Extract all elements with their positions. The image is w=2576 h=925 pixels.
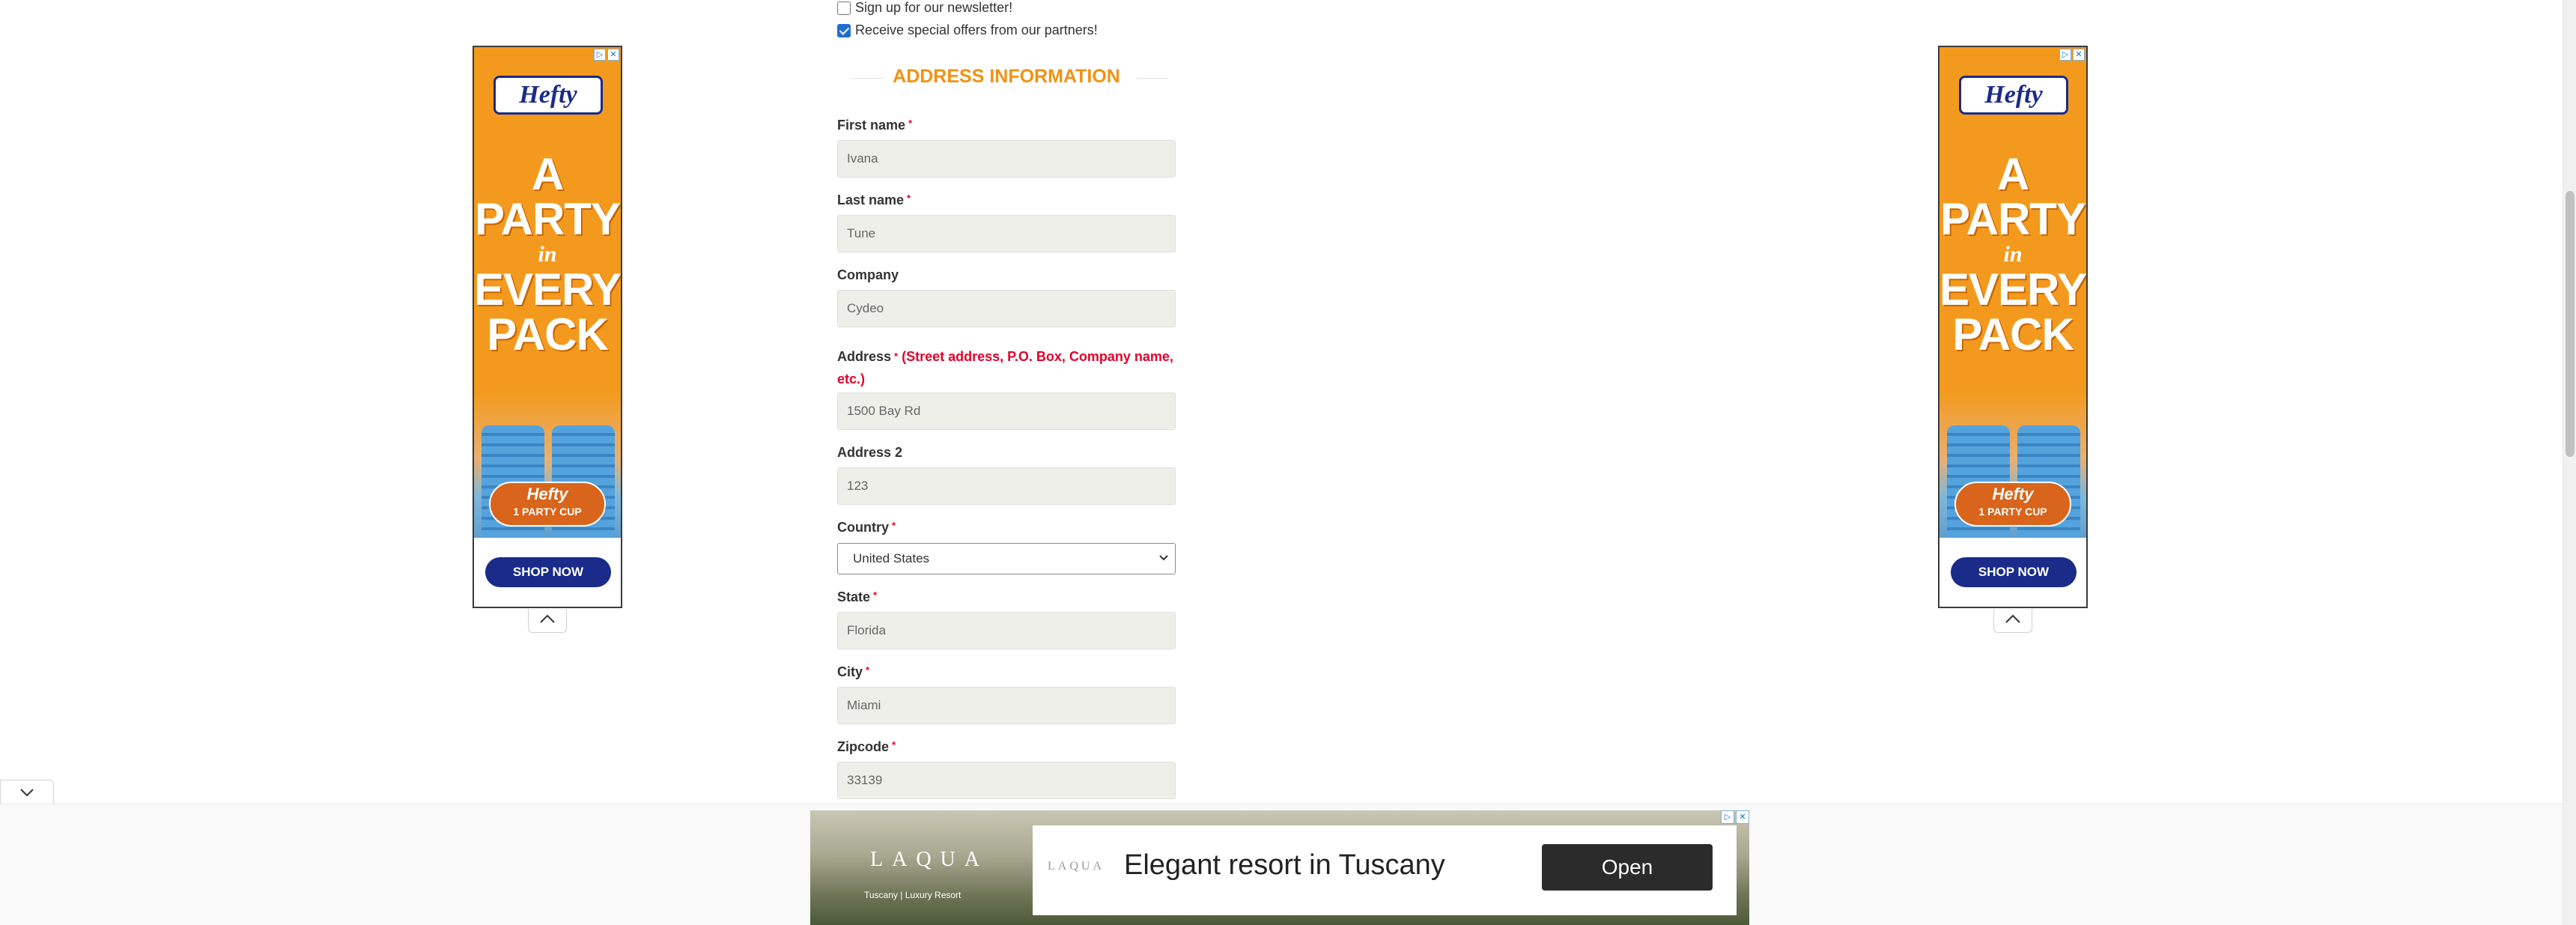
last-name-input[interactable]: Tune bbox=[837, 215, 1176, 252]
bottom-ad-collapse-button[interactable] bbox=[0, 780, 54, 805]
ad-choices-icon[interactable]: ▷ bbox=[1721, 810, 1734, 824]
ad-choices[interactable]: ▷ ✕ bbox=[2059, 49, 2085, 61]
laqua-tagline: Tuscany | Luxury Resort bbox=[864, 890, 962, 900]
address2-input[interactable]: 123 bbox=[837, 467, 1176, 505]
newsletter-checkbox-row[interactable]: Sign up for our newsletter! bbox=[837, 0, 1012, 16]
cup-label: Hefty 1 PARTY CUP bbox=[489, 482, 606, 527]
address2-label: Address 2 bbox=[837, 445, 903, 460]
shop-now-button[interactable]: SHOP NOW bbox=[485, 557, 611, 587]
first-name-input[interactable]: Ivana bbox=[837, 140, 1176, 178]
laqua-logo: LAQUA bbox=[870, 848, 988, 871]
page-scrollbar[interactable] bbox=[2563, 0, 2576, 925]
zipcode-label: Zipcode * bbox=[837, 739, 896, 754]
cup-label: Hefty 1 PARTY CUP bbox=[1954, 482, 2071, 527]
bottom-ad-choices[interactable]: ▷ ✕ bbox=[1721, 810, 1749, 824]
bottom-ad[interactable]: LAQUA Tuscany | Luxury Resort LAQUA Eleg… bbox=[810, 810, 1749, 925]
hefty-logo: Hefty bbox=[1959, 76, 2068, 115]
hefty-logo: Hefty bbox=[493, 76, 603, 115]
country-select[interactable]: United States bbox=[837, 543, 1176, 574]
state-label: State * bbox=[837, 589, 878, 604]
scrollbar-thumb[interactable] bbox=[2566, 191, 2575, 457]
bottom-ad-headline: Elegant resort in Tuscany bbox=[1124, 849, 1445, 881]
ad-choices-icon[interactable]: ▷ bbox=[594, 49, 606, 61]
laqua-landscape-image: LAQUA Tuscany | Luxury Resort bbox=[810, 810, 1032, 925]
right-side-ad[interactable]: ▷ ✕ Hefty A PARTY in EVERY PACK Hefty 1 … bbox=[1938, 46, 2088, 608]
first-name-label: First name * bbox=[837, 118, 913, 133]
chevron-up-icon bbox=[540, 614, 555, 623]
state-input[interactable]: Florida bbox=[837, 612, 1176, 649]
left-side-ad[interactable]: ▷ ✕ Hefty A PARTY in EVERY PACK Hefty 1 … bbox=[473, 46, 622, 608]
partners-checkbox[interactable] bbox=[837, 23, 851, 37]
city-input[interactable]: Miami bbox=[837, 687, 1176, 724]
bottom-ad-card[interactable]: LAQUA Elegant resort in Tuscany Open bbox=[1033, 825, 1737, 915]
newsletter-label: Sign up for our newsletter! bbox=[855, 0, 1013, 15]
ad-choices-icon[interactable]: ▷ bbox=[2059, 49, 2071, 61]
close-icon[interactable]: ✕ bbox=[2073, 49, 2085, 61]
open-button[interactable]: Open bbox=[1542, 844, 1713, 891]
city-label: City * bbox=[837, 664, 870, 679]
ad-choices[interactable]: ▷ ✕ bbox=[594, 49, 619, 61]
left-ad-collapse-button[interactable] bbox=[528, 609, 567, 633]
shop-now-button[interactable]: SHOP NOW bbox=[1951, 557, 2077, 587]
zipcode-input[interactable]: 33139 bbox=[837, 762, 1176, 799]
ad-headline: A PARTY in EVERY PACK bbox=[1939, 149, 2087, 360]
chevron-down-icon bbox=[1159, 555, 1168, 561]
newsletter-checkbox[interactable] bbox=[837, 1, 851, 15]
country-selected-value: United States bbox=[853, 551, 930, 565]
chevron-up-icon bbox=[2005, 614, 2020, 623]
ad-footer: SHOP NOW bbox=[1939, 538, 2086, 607]
country-label: Country * bbox=[837, 520, 896, 535]
last-name-label: Last name * bbox=[837, 192, 911, 207]
chevron-down-icon bbox=[20, 789, 34, 797]
ad-headline: A PARTY in EVERY PACK bbox=[474, 149, 622, 360]
address-input[interactable]: 1500 Bay Rd bbox=[837, 392, 1176, 430]
partners-label: Receive special offers from our partners… bbox=[855, 22, 1098, 37]
close-icon[interactable]: ✕ bbox=[607, 49, 619, 61]
section-title: ADDRESS INFORMATION bbox=[837, 66, 1176, 88]
right-ad-collapse-button[interactable] bbox=[1993, 609, 2032, 633]
laqua-mini-logo: LAQUA bbox=[1048, 860, 1105, 873]
company-input[interactable]: Cydeo bbox=[837, 290, 1176, 327]
ad-footer: SHOP NOW bbox=[474, 538, 621, 607]
close-icon[interactable]: ✕ bbox=[1736, 810, 1749, 824]
partners-checkbox-row[interactable]: Receive special offers from our partners… bbox=[837, 22, 1098, 38]
company-label: Company bbox=[837, 267, 899, 282]
address-label: Address * (Street address, P.O. Box, Comp… bbox=[837, 349, 1173, 386]
